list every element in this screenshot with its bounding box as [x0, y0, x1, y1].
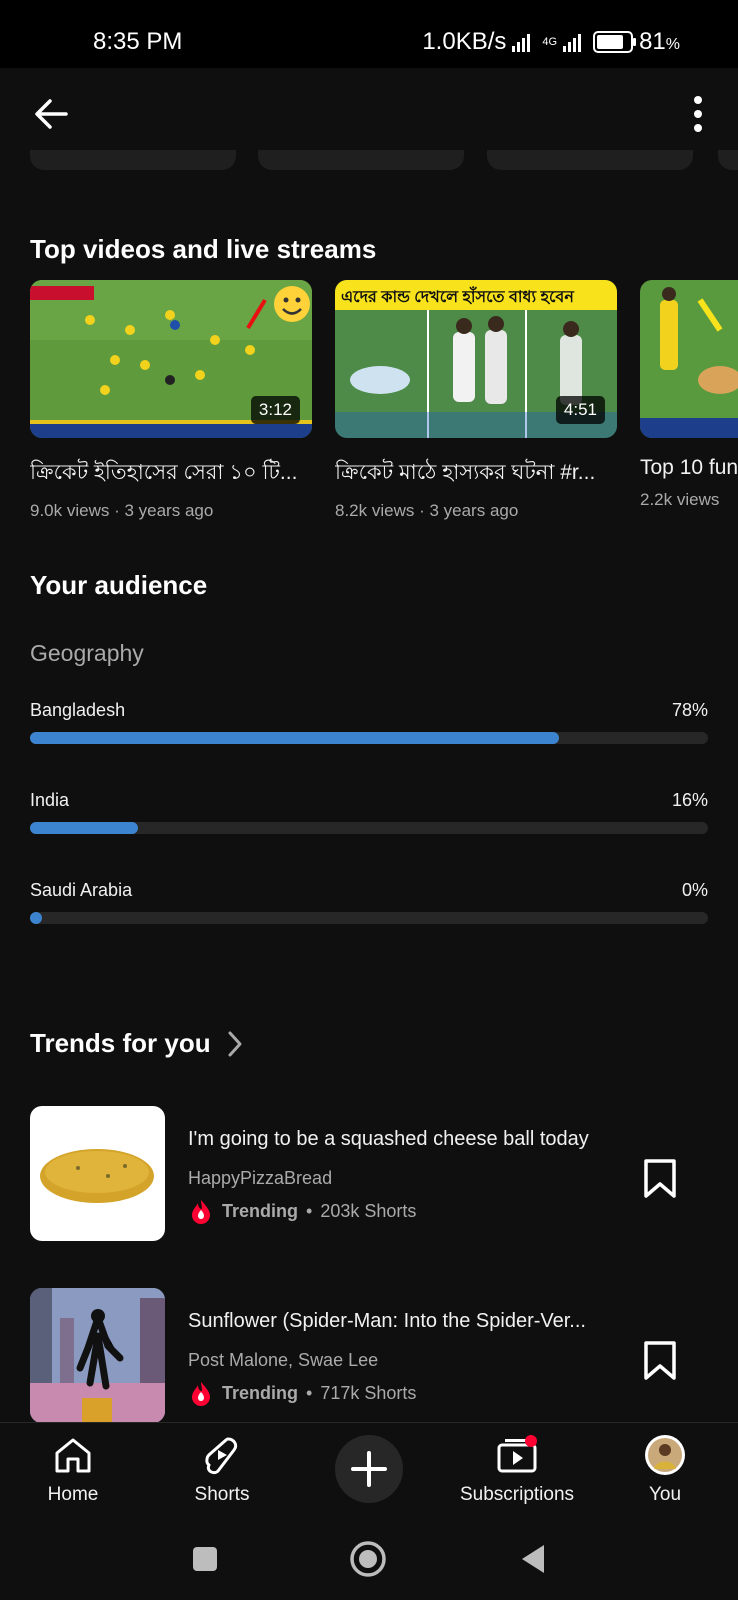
- video-title[interactable]: Top 10 fun: [640, 456, 738, 480]
- video-title[interactable]: ক্রিকেট ইতিহাসের সেরা ১০ টি...: [30, 456, 312, 491]
- separator-dot: •: [306, 1200, 313, 1221]
- trend-item[interactable]: I'm going to be a squashed cheese ball t…: [30, 1106, 708, 1242]
- home-circle-icon[interactable]: [349, 1540, 387, 1578]
- partial-card: [487, 150, 693, 170]
- status-icons: 1.0KB/s 4G 81%: [422, 28, 680, 56]
- audience-heading: Your audience: [30, 570, 208, 600]
- previous-section-cards: [0, 150, 738, 172]
- avatar: [645, 1435, 685, 1475]
- system-nav-bar: [0, 1522, 738, 1600]
- video-title[interactable]: ক্রিকেট মাঠে হাস্যকর ঘটনা #r...: [335, 456, 617, 491]
- nav-you[interactable]: You: [605, 1435, 725, 1506]
- more-options-icon[interactable]: [688, 94, 708, 134]
- video-thumbnail[interactable]: 3:12: [30, 280, 312, 438]
- trend-info: Trending • 717k Shorts: [188, 1380, 416, 1406]
- thumbnail-banner-text: এদের কান্ড দেখলে হাঁসতে বাধ্য হবেন: [341, 289, 574, 306]
- trends-heading[interactable]: Trends for you: [30, 1028, 245, 1059]
- progress-fill: [30, 822, 139, 834]
- status-time: 8:35 PM: [93, 28, 183, 55]
- nav-you-label: You: [648, 1484, 682, 1505]
- trend-title[interactable]: Sunflower (Spider-Man: Into the Spider-V…: [188, 1310, 618, 1333]
- trend-thumbnail[interactable]: [30, 1106, 165, 1241]
- top-app-bar: [0, 68, 738, 158]
- country-name: India: [30, 790, 70, 810]
- cricket-dog-thumbnail: [640, 280, 738, 438]
- chevron-right-icon: [228, 1031, 242, 1056]
- partial-card: [30, 150, 236, 170]
- subscriptions-icon: [497, 1435, 537, 1473]
- spider-man-image: [30, 1288, 165, 1423]
- nav-home-label: Home: [47, 1484, 99, 1505]
- trending-label: Trending: [222, 1200, 298, 1221]
- recents-square-icon[interactable]: [190, 1544, 220, 1574]
- plus-icon: [351, 1451, 387, 1487]
- cheese-ball-image: [40, 1149, 154, 1203]
- trend-artist: HappyPizzaBread: [188, 1168, 333, 1188]
- country-percent: 16%: [671, 790, 708, 810]
- shorts-icon: [205, 1437, 238, 1475]
- progress-fill: [30, 732, 559, 744]
- progress-track: [30, 732, 708, 744]
- trend-item[interactable]: Sunflower (Spider-Man: Into the Spider-V…: [30, 1288, 708, 1424]
- trending-flame-icon: [192, 1200, 210, 1224]
- video-duration: 4:51: [555, 396, 605, 424]
- nav-home[interactable]: Home: [13, 1435, 133, 1506]
- separator-dot: •: [306, 1382, 313, 1403]
- bookmark-icon[interactable]: [642, 1158, 678, 1200]
- back-arrow-icon[interactable]: [30, 92, 74, 136]
- progress-track: [30, 822, 708, 834]
- country-name: Bangladesh: [30, 700, 126, 720]
- trend-artist: Post Malone, Swae Lee: [188, 1350, 379, 1370]
- battery-icon: [593, 31, 637, 53]
- video-card-2[interactable]: এদের কান্ড দেখলে হাঁসতে বাধ্য হবেন 4:51 …: [335, 280, 617, 521]
- bookmark-icon[interactable]: [642, 1340, 678, 1382]
- geo-row-india: India 16%: [30, 790, 708, 834]
- video-card-1[interactable]: 3:12 ক্রিকেট ইতিহাসের সেরা ১০ টি... 9.0k…: [30, 280, 312, 521]
- top-videos-heading: Top videos and live streams: [30, 234, 377, 264]
- video-thumbnail[interactable]: [640, 280, 738, 438]
- geo-row-saudi-arabia: Saudi Arabia 0%: [30, 880, 708, 924]
- trend-info: Trending • 203k Shorts: [188, 1198, 416, 1224]
- battery-level: 81%: [639, 28, 680, 55]
- progress-track: [30, 912, 708, 924]
- create-button[interactable]: [335, 1435, 403, 1503]
- country-percent: 0%: [681, 880, 708, 900]
- back-triangle-icon[interactable]: [518, 1542, 548, 1576]
- trend-title[interactable]: I'm going to be a squashed cheese ball t…: [188, 1128, 618, 1151]
- nav-shorts[interactable]: Shorts: [162, 1435, 282, 1506]
- video-meta: 8.2k views · 3 years ago: [335, 501, 519, 520]
- geography-label: Geography: [30, 640, 144, 666]
- status-bar: 8:35 PM 1.0KB/s 4G 81%: [0, 0, 738, 68]
- nav-shorts-label: Shorts: [194, 1484, 250, 1505]
- video-meta: 9.0k views · 3 years ago: [30, 501, 214, 520]
- trends-heading-label: Trends for you: [30, 1028, 211, 1058]
- nav-subscriptions-label: Subscriptions: [459, 1484, 575, 1505]
- partial-card: [258, 150, 464, 170]
- geo-row-bangladesh: Bangladesh 78%: [30, 700, 708, 744]
- partial-card: [718, 150, 738, 170]
- trending-flame-icon: [192, 1382, 210, 1406]
- nav-subscriptions[interactable]: Subscriptions: [457, 1435, 577, 1506]
- video-meta: 2.2k views: [640, 490, 720, 509]
- country-name: Saudi Arabia: [30, 880, 133, 900]
- bottom-nav: Home Shorts Subscriptions You: [0, 1422, 738, 1523]
- network-speed: 1.0KB/s: [422, 28, 507, 55]
- video-card-3[interactable]: Top 10 fun 2.2k views: [640, 280, 738, 510]
- trend-thumbnail[interactable]: [30, 1288, 165, 1423]
- signal-icon: [512, 32, 531, 52]
- shorts-count: 203k Shorts: [320, 1200, 417, 1221]
- progress-fill: [30, 912, 42, 924]
- network-type: 4G: [542, 36, 558, 48]
- country-percent: 78%: [671, 700, 708, 720]
- video-duration: 3:12: [250, 396, 300, 424]
- home-icon: [55, 1438, 91, 1473]
- video-thumbnail[interactable]: এদের কান্ড দেখলে হাঁসতে বাধ্য হবেন 4:51: [335, 280, 617, 438]
- signal-icon-2: [563, 32, 582, 52]
- shorts-count: 717k Shorts: [320, 1382, 417, 1403]
- trending-label: Trending: [222, 1382, 298, 1403]
